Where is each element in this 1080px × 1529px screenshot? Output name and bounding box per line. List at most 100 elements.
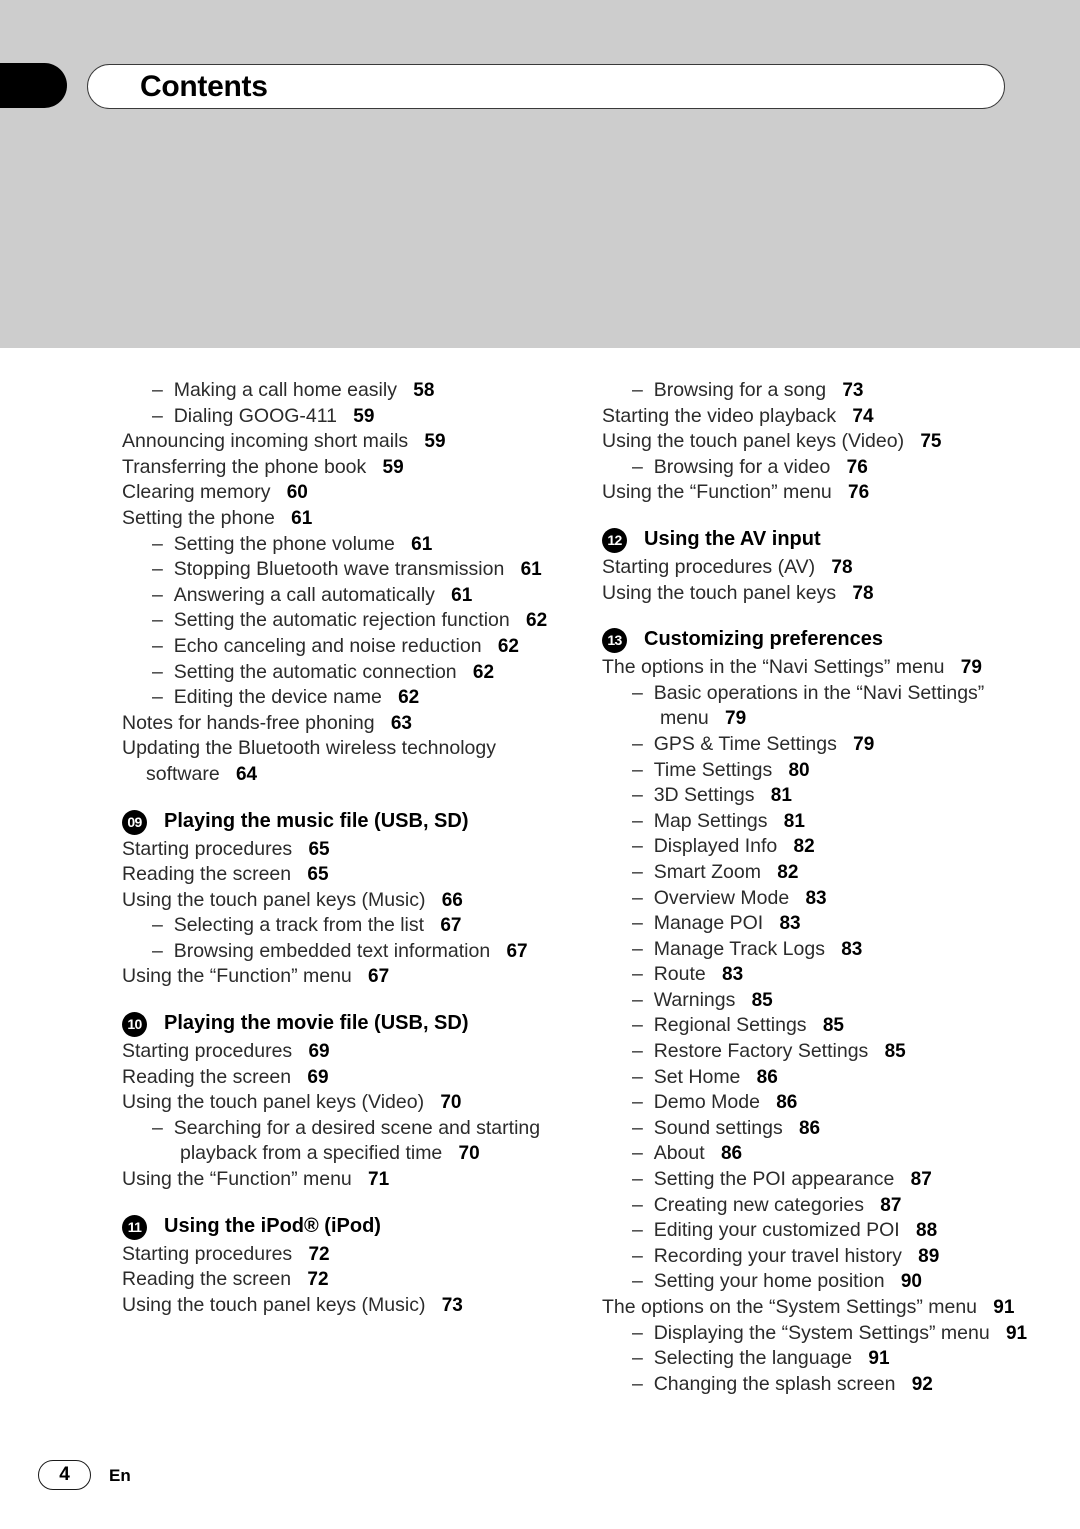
toc-entry-label: Using the “Function” menu (122, 1168, 352, 1191)
toc-entry-dash-icon: – (632, 912, 643, 935)
toc-section-heading[interactable]: 12 Using the AV input (602, 526, 1032, 554)
toc-entry[interactable]: – Echo canceling and noise reduction 62 (122, 634, 552, 660)
toc-entry[interactable]: Using the “Function” menu 71 (122, 1167, 552, 1193)
toc-entry-page-number: 60 (286, 482, 308, 504)
toc-entry[interactable]: Using the touch panel keys 78 (602, 581, 1032, 607)
toc-entry[interactable]: – Creating new categories 87 (602, 1193, 1032, 1219)
toc-entry[interactable]: – Displaying the “System Settings” menu … (602, 1321, 1032, 1347)
toc-entry[interactable]: – Manage Track Logs 83 (602, 937, 1032, 963)
toc-entry[interactable]: – Selecting a track from the list 67 (122, 913, 552, 939)
toc-entry[interactable]: – GPS & Time Settings 79 (602, 732, 1032, 758)
toc-entry[interactable]: – About 86 (602, 1141, 1032, 1167)
toc-entry-label: Starting procedures (AV) (602, 555, 816, 578)
toc-section-heading[interactable]: 09 Playing the music file (USB, SD) (122, 808, 552, 836)
toc-entry[interactable]: – Warnings 85 (602, 988, 1032, 1014)
toc-entry[interactable]: Reading the screen 72 (122, 1267, 552, 1293)
toc-entry-page-number: 66 (441, 889, 463, 911)
toc-entry[interactable]: Setting the phone 61 (122, 506, 552, 532)
toc-entry[interactable]: – Making a call home easily 58 (122, 378, 552, 404)
toc-entry-page-number: 72 (308, 1243, 330, 1265)
toc-entry[interactable]: – Time Settings 80 (602, 758, 1032, 784)
toc-entry[interactable]: – Changing the splash screen 92 (602, 1372, 1032, 1398)
toc-entry[interactable]: – Recording your travel history 89 (602, 1244, 1032, 1270)
toc-entry[interactable]: – Smart Zoom 82 (602, 860, 1032, 886)
toc-section-heading[interactable]: 11 Using the iPod® (iPod) (122, 1213, 552, 1241)
toc-entry[interactable]: – Selecting the language 91 (602, 1346, 1032, 1372)
toc-entry[interactable]: Starting procedures 72 (122, 1242, 552, 1268)
toc-entry[interactable]: – Searching for a desired scene and star… (122, 1116, 552, 1167)
toc-entry[interactable]: – Browsing embedded text information 67 (122, 939, 552, 965)
toc-section-heading[interactable]: 10 Playing the movie file (USB, SD) (122, 1010, 552, 1038)
toc-entry[interactable]: Using the touch panel keys (Video) 75 (602, 429, 1032, 455)
toc-entry[interactable]: Starting procedures 65 (122, 837, 552, 863)
toc-entry[interactable]: – Editing the device name 62 (122, 685, 552, 711)
toc-entry[interactable]: – Displayed Info 82 (602, 834, 1032, 860)
toc-section-heading[interactable]: 13 Customizing preferences (602, 626, 1032, 654)
toc-entry[interactable]: Using the “Function” menu 76 (602, 480, 1032, 506)
toc-entry[interactable]: – Editing your customized POI 88 (602, 1218, 1032, 1244)
toc-entry[interactable]: – Overview Mode 83 (602, 886, 1032, 912)
toc-entry-label: Using the touch panel keys (Video) (122, 1091, 425, 1114)
toc-entry[interactable]: Using the touch panel keys (Music) 73 (122, 1293, 552, 1319)
toc-entry-dash-icon: – (152, 379, 163, 401)
toc-entry[interactable]: – Restore Factory Settings 85 (602, 1039, 1032, 1065)
toc-entry-label: Smart Zoom (653, 860, 761, 883)
toc-entry[interactable]: – Map Settings 81 (602, 809, 1032, 835)
toc-entry[interactable]: – Stopping Bluetooth wave transmission 6… (122, 557, 552, 583)
toc-entry-label: Route (653, 963, 706, 986)
toc-entry[interactable]: Starting procedures 69 (122, 1039, 552, 1065)
toc-entry[interactable]: – Setting the POI appearance 87 (602, 1167, 1032, 1193)
toc-entry-dash-icon: – (632, 1193, 643, 1216)
toc-entry[interactable]: – Setting the automatic rejection functi… (122, 608, 552, 634)
toc-entry[interactable]: Reading the screen 69 (122, 1065, 552, 1091)
toc-entry-dash-icon: – (632, 1347, 643, 1370)
toc-entry-label: Setting the automatic connection (173, 660, 457, 683)
toc-entry[interactable]: Using the touch panel keys (Video) 70 (122, 1090, 552, 1116)
toc-entry[interactable]: – Answering a call automatically 61 (122, 583, 552, 609)
section-heading-label: Using the iPod® (iPod) (164, 1214, 381, 1237)
toc-entry[interactable]: – Demo Mode 86 (602, 1090, 1032, 1116)
toc-entry-label: Manage POI (653, 912, 764, 935)
toc-entry[interactable]: – Setting your home position 90 (602, 1269, 1032, 1295)
toc-entry[interactable]: – Browsing for a song 73 (602, 378, 1032, 404)
toc-entry[interactable]: – Dialing GOOG-411 59 (122, 404, 552, 430)
toc-entry[interactable]: Updating the Bluetooth wireless technolo… (122, 736, 552, 787)
toc-entry[interactable]: – Manage POI 83 (602, 911, 1032, 937)
toc-entry-page-number: 89 (918, 1245, 940, 1267)
toc-entry[interactable]: – Route 83 (602, 962, 1032, 988)
toc-entry[interactable]: – Sound settings 86 (602, 1116, 1032, 1142)
toc-entry[interactable]: Reading the screen 65 (122, 862, 552, 888)
toc-entry[interactable]: – Setting the phone volume 61 (122, 532, 552, 558)
toc-entry-page-number: 62 (472, 661, 495, 683)
toc-entry[interactable]: – 3D Settings 81 (602, 783, 1032, 809)
toc-entry[interactable]: The options in the “Navi Settings” menu … (602, 655, 1032, 681)
toc-entry[interactable]: Notes for hands-free phoning 63 (122, 711, 552, 737)
toc-entry-page-number: 83 (841, 938, 863, 960)
toc-entry[interactable]: – Regional Settings 85 (602, 1013, 1032, 1039)
toc-entry[interactable]: Starting procedures (AV) 78 (602, 555, 1032, 581)
toc-entry[interactable]: Starting the video playback 74 (602, 404, 1032, 430)
toc-entry[interactable]: Announcing incoming short mails 59 (122, 429, 552, 455)
toc-entry[interactable]: The options on the “System Settings” men… (602, 1295, 1032, 1321)
toc-entry-page-number: 62 (497, 635, 519, 657)
toc-entry-dash-icon: – (152, 532, 163, 555)
toc-entry-page-number: 67 (440, 915, 462, 937)
toc-entry-page-number: 85 (884, 1041, 906, 1063)
toc-entry[interactable]: – Set Home 86 (602, 1065, 1032, 1091)
toc-entry-page-number: 62 (398, 687, 420, 709)
toc-entry-page-number: 61 (291, 507, 313, 529)
toc-entry[interactable]: – Browsing for a video 76 (602, 455, 1032, 481)
section-heading-label: Customizing preferences (644, 628, 883, 651)
toc-entry-dash-icon: – (152, 583, 163, 606)
toc-entry[interactable]: – Setting the automatic connection 62 (122, 660, 552, 686)
toc-entry[interactable]: – Basic operations in the “Navi Settings… (602, 681, 1032, 732)
toc-entry-page-number: 67 (506, 940, 528, 962)
toc-entry-page-number: 73 (441, 1294, 463, 1316)
toc-entry[interactable]: Using the “Function” menu 67 (122, 964, 552, 990)
toc-entry[interactable]: Using the touch panel keys (Music) 66 (122, 888, 552, 914)
toc-entry-dash-icon: – (632, 937, 643, 960)
toc-entry-page-number: 91 (993, 1297, 1015, 1318)
toc-entry[interactable]: Clearing memory 60 (122, 480, 552, 506)
toc-entry-page-number: 78 (852, 582, 874, 604)
toc-entry[interactable]: Transferring the phone book 59 (122, 455, 552, 481)
